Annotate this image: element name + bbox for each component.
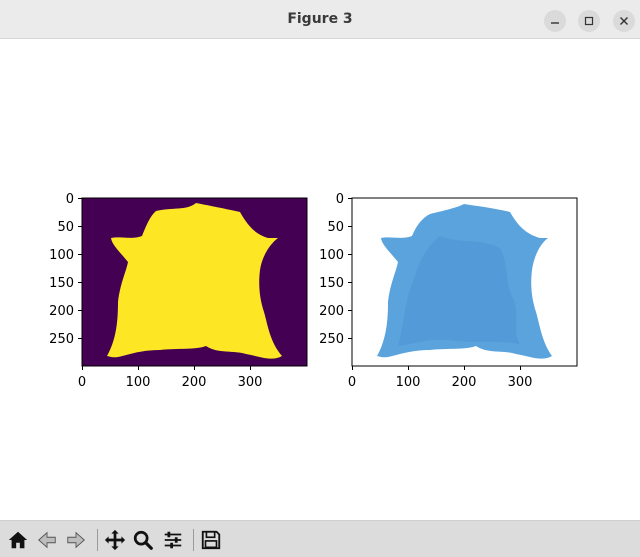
zoom-icon — [133, 530, 153, 550]
image-xtick: 100 — [396, 375, 421, 390]
pan-button[interactable] — [103, 528, 127, 552]
mask-subplot — [81, 197, 308, 367]
image-xtick: 300 — [508, 375, 533, 390]
save-icon — [201, 530, 221, 550]
figure-canvas[interactable]: 0 50 100 150 200 250 0 100 200 300 0 50 … — [0, 39, 640, 520]
configure-icon — [164, 531, 182, 549]
maximize-icon — [584, 16, 594, 26]
mask-xtick: 200 — [182, 375, 207, 390]
image-ytick: 100 — [319, 248, 344, 263]
toolbar-separator — [193, 529, 194, 551]
figure-svg: 0 50 100 150 200 250 0 100 200 300 0 50 … — [49, 192, 578, 390]
mask-ytick: 100 — [49, 248, 74, 263]
image-ytick: 150 — [319, 276, 344, 291]
save-button[interactable] — [199, 528, 223, 552]
toolbar-separator — [97, 529, 98, 551]
image-xtick: 200 — [452, 375, 477, 390]
mask-xtick: 300 — [238, 375, 263, 390]
image-subplot — [351, 197, 578, 367]
close-icon — [620, 17, 628, 25]
close-button[interactable] — [613, 10, 635, 32]
pan-icon — [104, 529, 126, 551]
maximize-button[interactable] — [578, 10, 600, 32]
image-ytick: 200 — [319, 304, 344, 319]
home-icon — [8, 531, 28, 549]
mask-ytick: 200 — [49, 304, 74, 319]
zoom-button[interactable] — [131, 528, 155, 552]
navigation-toolbar — [0, 520, 640, 557]
forward-button[interactable] — [64, 528, 88, 552]
image-ytick: 0 — [336, 192, 344, 207]
minimize-button[interactable] — [544, 10, 566, 32]
back-icon — [38, 531, 56, 549]
home-button[interactable] — [6, 528, 30, 552]
title-bar: Figure 3 — [0, 0, 640, 39]
configure-button[interactable] — [161, 528, 185, 552]
mask-ytick: 250 — [49, 332, 74, 347]
mask-ytick: 0 — [66, 192, 74, 207]
mask-ytick: 150 — [49, 276, 74, 291]
minimize-icon — [551, 22, 559, 24]
forward-icon — [67, 531, 85, 549]
image-ytick: 50 — [327, 220, 344, 235]
mask-xtick: 0 — [78, 375, 86, 390]
image-xtick: 0 — [348, 375, 356, 390]
mask-ytick: 50 — [57, 220, 74, 235]
image-ytick: 250 — [319, 332, 344, 347]
back-button[interactable] — [35, 528, 59, 552]
mask-xtick: 100 — [126, 375, 151, 390]
